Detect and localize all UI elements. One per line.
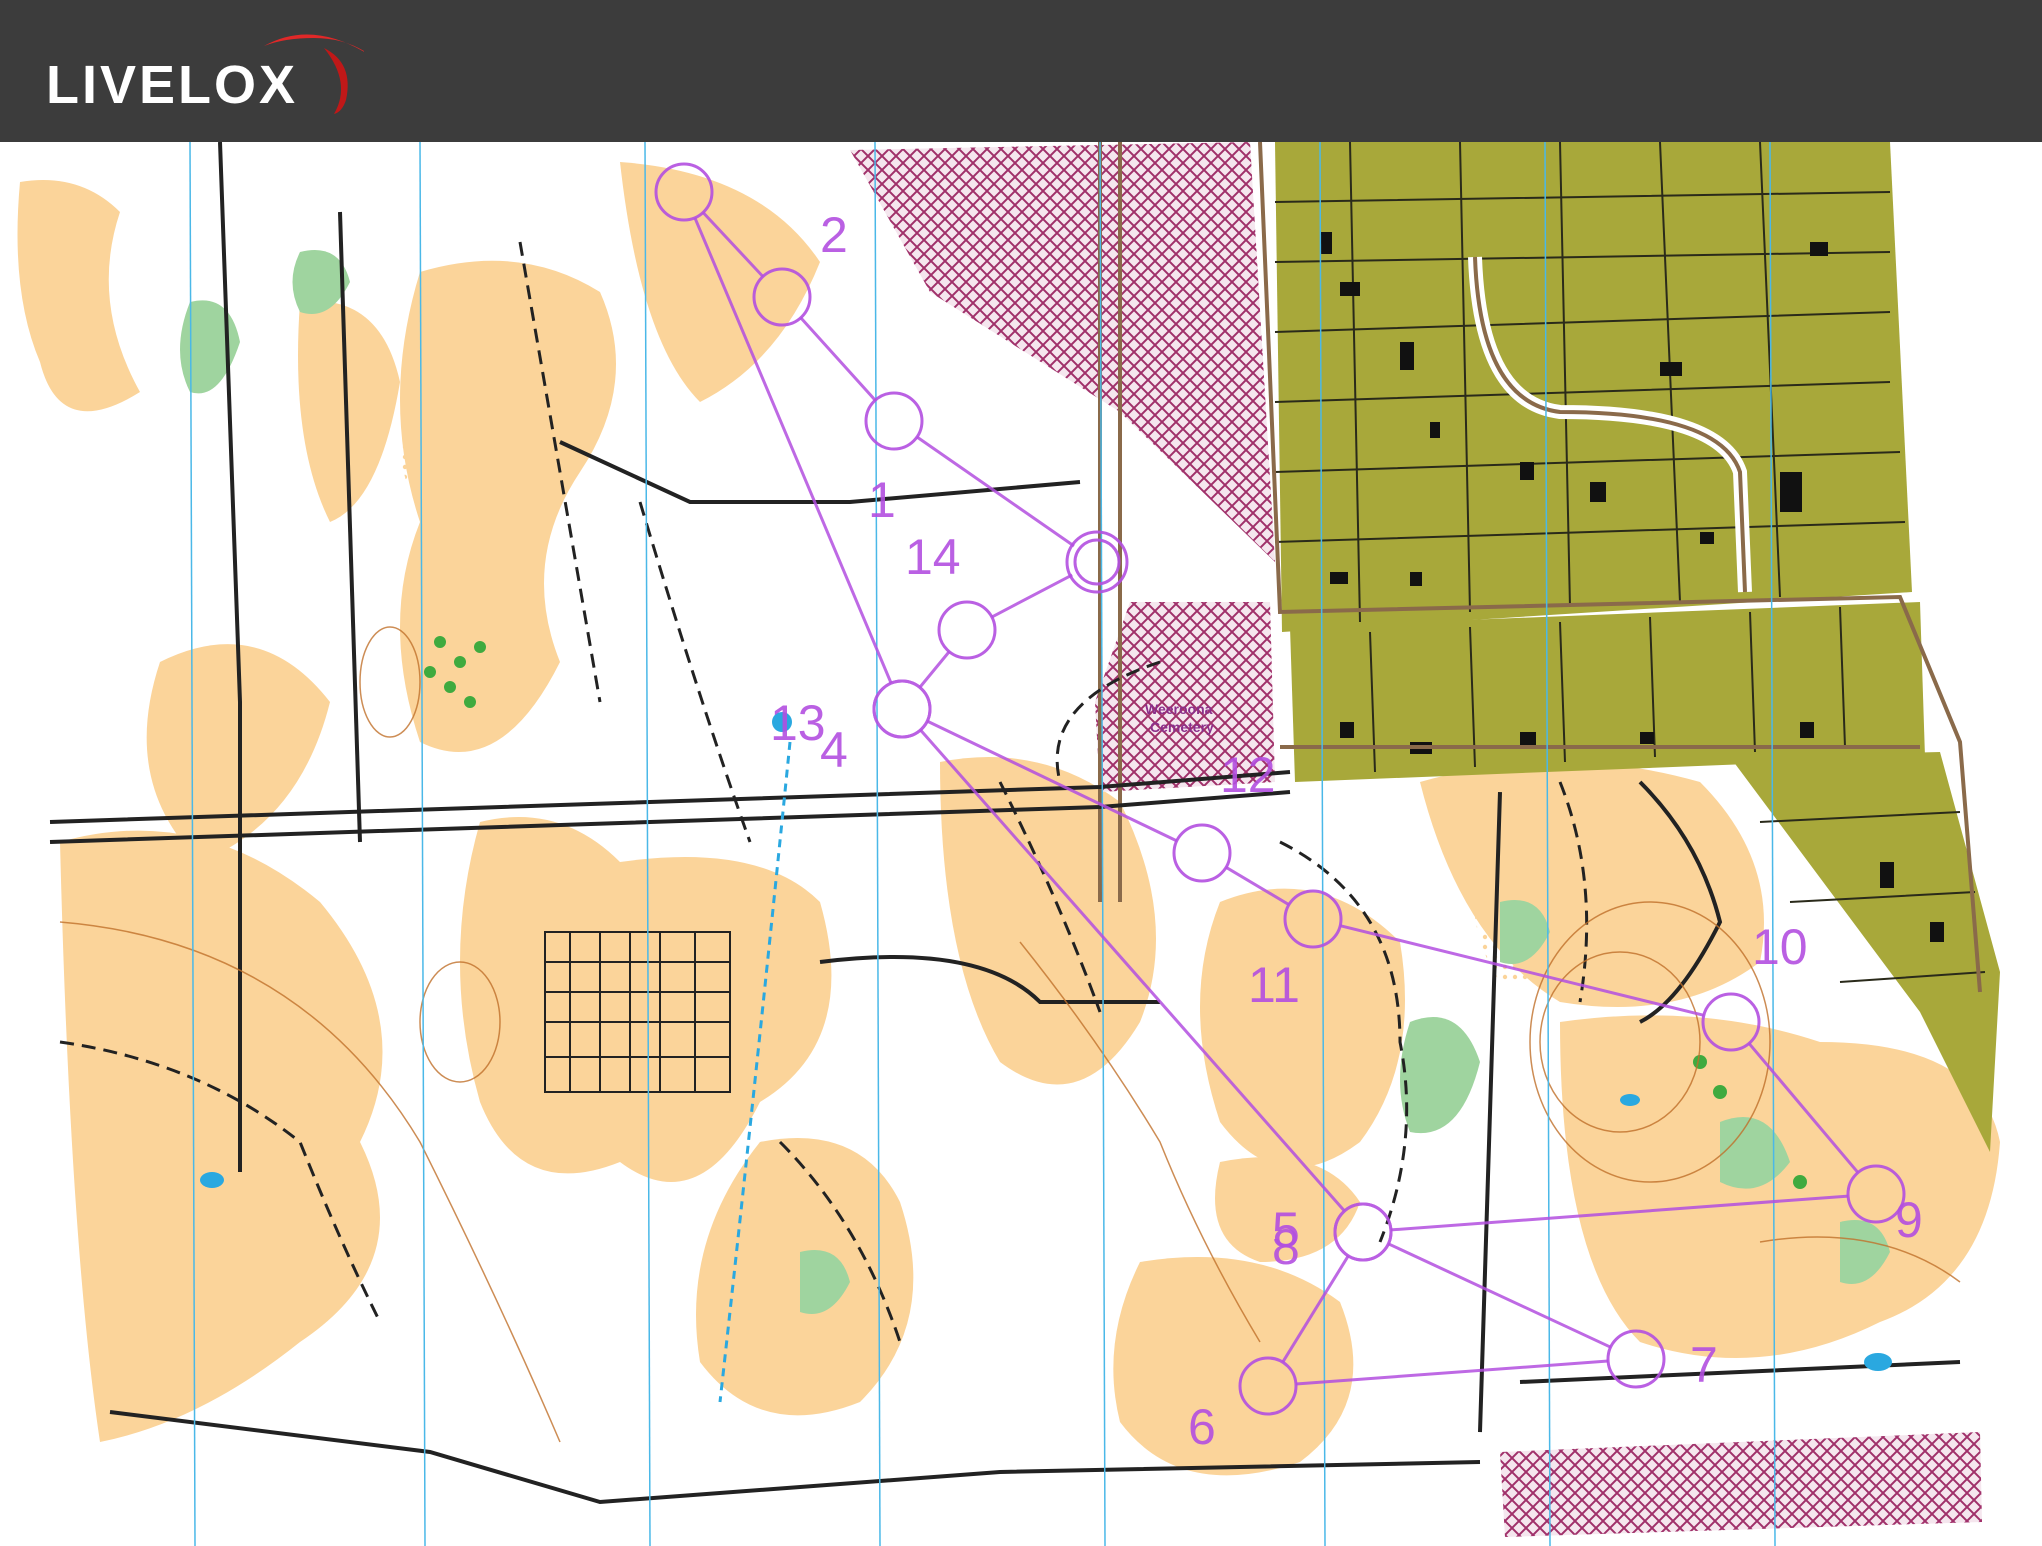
map-viewport[interactable]: Weeroona Cemetery 1 2 4 5 6 7 8 9 10 11 12 13 14: [0, 142, 2042, 1546]
control-number-1: 1: [868, 472, 896, 528]
control-number-12: 12: [1220, 747, 1276, 803]
livelox-logo[interactable]: LIVELOX: [44, 28, 384, 114]
control-number-2: 2: [820, 207, 848, 263]
map-sheet: Weeroona Cemetery: [0, 142, 2012, 1546]
control-number-7: 7: [1690, 1337, 1718, 1393]
control-number-13: 13: [770, 695, 826, 751]
control-number-6: 6: [1188, 1399, 1216, 1455]
control-number-8: 8: [1272, 1219, 1300, 1275]
place-label-line-2: Cemetery: [1150, 719, 1214, 735]
control-number-14: 14: [905, 529, 961, 585]
livelox-logo-swoosh-icon: [264, 34, 364, 114]
orienteering-map[interactable]: Weeroona Cemetery 1245678 91011121314: [0, 142, 2042, 1546]
app-header: LIVELOX: [0, 0, 2042, 142]
place-label-line-1: Weeroona: [1145, 701, 1213, 717]
control-number-10: 10: [1752, 919, 1808, 975]
control-number-9: 9: [1895, 1192, 1923, 1248]
control-number-11: 11: [1248, 957, 1300, 1013]
